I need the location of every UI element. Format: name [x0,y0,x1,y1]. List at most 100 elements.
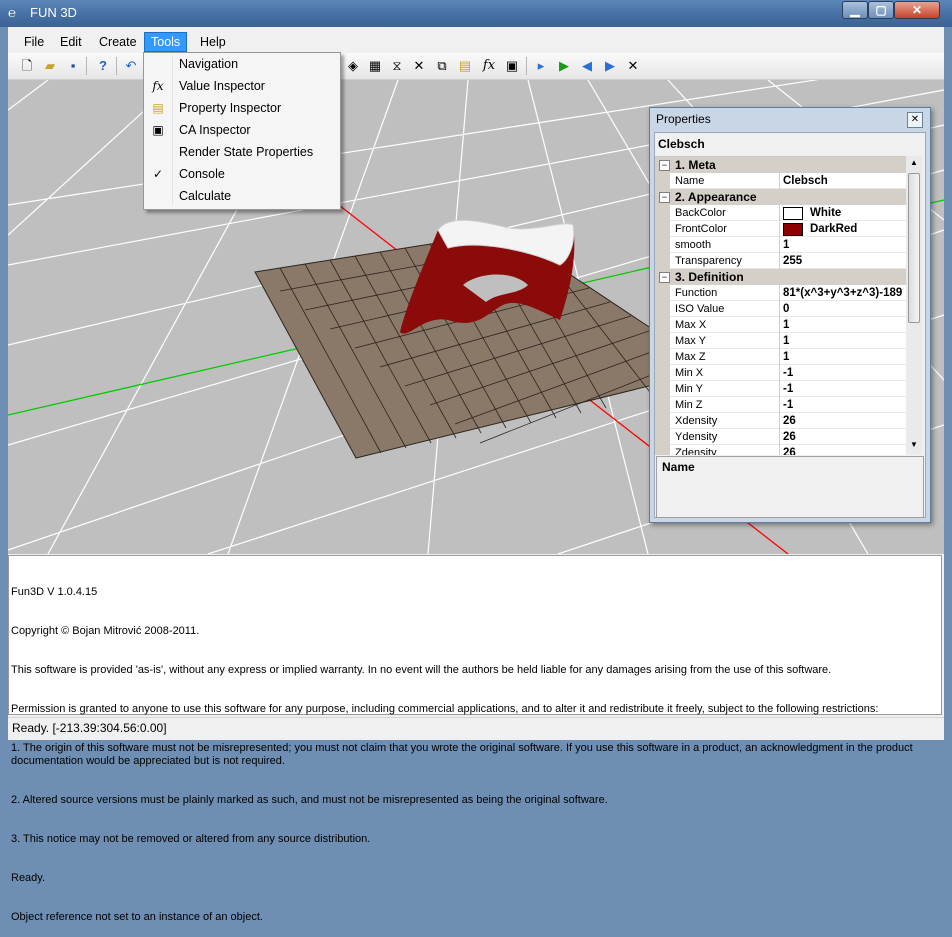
property-value[interactable]: 255 [783,253,802,269]
play-icon[interactable]: ▶ [555,57,573,75]
status-text: Ready. [-213.39:304.56:0.00] [12,721,167,735]
property-key: Xdensity [675,415,718,427]
property-value[interactable]: 1 [783,237,789,253]
property-value[interactable]: Clebsch [783,173,828,189]
property-value[interactable]: 26 [783,413,796,429]
property-value[interactable]: -1 [783,365,793,381]
save-icon[interactable]: ▪ [64,57,82,75]
menu-edit[interactable]: Edit [54,33,88,51]
menu-help[interactable]: Help [194,33,232,51]
property-icon[interactable]: ▤ [456,57,474,75]
property-value[interactable]: -1 [783,381,793,397]
step-forward-icon[interactable]: ▶ [601,57,619,75]
property-value[interactable]: 1 [783,333,789,349]
property-value[interactable]: 0 [783,301,789,317]
category-appearance[interactable]: − 2. Appearance [655,189,906,205]
scrollbar-thumb[interactable] [908,173,920,323]
menu-file[interactable]: File [18,33,50,51]
row-gutter [655,365,670,381]
new-file-icon[interactable]: 🗋 [18,57,36,75]
menu-item-console[interactable]: ✓ Console [144,163,340,185]
stop-icon[interactable]: ✕ [624,57,642,75]
category-label: 1. Meta [675,158,716,172]
collapse-icon[interactable]: − [659,192,670,203]
property-value[interactable]: 26 [783,445,796,455]
property-row-max-z[interactable]: Max Z 1 [655,349,906,365]
property-value[interactable]: 26 [783,429,796,445]
console-output[interactable]: Fun3D V 1.0.4.15 Copyright © Bojan Mitro… [8,555,942,923]
property-row-xdensity[interactable]: Xdensity 26 [655,413,906,429]
open-folder-icon[interactable]: ▰ [41,57,59,75]
copy-icon[interactable]: ⧉ [433,57,451,75]
menu-item-ca-inspector[interactable]: ▣ CA Inspector [144,119,340,141]
collapse-icon[interactable]: − [659,272,670,283]
property-value[interactable]: DarkRed [810,221,857,237]
menu-item-property-inspector[interactable]: ▤ Property Inspector [144,97,340,119]
scroll-up-icon[interactable]: ▲ [910,158,918,167]
close-button[interactable]: ✕ [894,1,940,19]
menu-item-navigation[interactable]: Navigation [144,53,340,75]
property-row-min-x[interactable]: Min X -1 [655,365,906,381]
column-divider [779,429,780,445]
property-row-name[interactable]: Name Clebsch [655,173,906,189]
column-divider [779,333,780,349]
property-value[interactable]: White [810,205,841,221]
property-value[interactable]: 1 [783,349,789,365]
app-icon: ℮ [8,5,16,20]
toolbar-separator [116,57,117,75]
property-row-transparency[interactable]: Transparency 255 [655,253,906,269]
category-label: 2. Appearance [675,190,757,204]
console-line: Object reference not set to an instance … [11,911,263,923]
undo-icon[interactable]: ↶ [122,57,140,75]
run-all-icon[interactable]: ▸ [532,57,550,75]
menu-item-label: Console [179,167,225,181]
property-key: Zdensity [675,447,717,455]
step-back-icon[interactable]: ◀ [578,57,596,75]
menu-item-render-state-properties[interactable]: Render State Properties [144,141,340,163]
function-icon[interactable]: fx [480,57,498,75]
delete-icon[interactable]: ✕ [410,57,428,75]
property-value[interactable]: -1 [783,397,793,413]
column-divider [779,253,780,269]
property-key: Transparency [675,255,742,267]
console-line: Copyright © Bojan Mitrović 2008-2011. [11,625,200,637]
property-value[interactable]: 81*(x^3+y^3+z^3)-189 [783,285,902,301]
property-key: Ydensity [675,431,718,443]
menu-item-value-inspector[interactable]: fx Value Inspector [144,75,340,97]
property-row-max-x[interactable]: Max X 1 [655,317,906,333]
property-row-max-y[interactable]: Max Y 1 [655,333,906,349]
grid-icon[interactable]: ▦ [366,57,384,75]
column-divider [779,445,780,455]
cube-icon[interactable]: ◈ [344,57,362,75]
category-meta[interactable]: − 1. Meta [655,157,906,173]
menu-item-calculate[interactable]: Calculate [144,185,340,207]
row-gutter [655,173,670,189]
property-key: Min Z [675,399,703,411]
properties-title: Properties [656,112,711,126]
property-row-min-y[interactable]: Min Y -1 [655,381,906,397]
property-key: BackColor [675,207,726,219]
property-row-backcolor[interactable]: BackColor White [655,205,906,221]
property-key: Min Y [675,383,703,395]
minimize-button[interactable]: ▁ [842,1,868,19]
property-key: ISO Value [675,303,725,315]
hourglass-icon[interactable]: ⧖ [388,57,406,75]
category-definition[interactable]: − 3. Definition [655,269,906,285]
ca-icon[interactable]: ▣ [503,57,521,75]
menu-tools[interactable]: Tools [143,32,188,52]
property-grid[interactable]: − 1. Meta Name Clebsch − 2. Appearance B… [655,156,906,455]
menu-create[interactable]: Create [93,33,143,51]
property-row-zdensity[interactable]: Zdensity 26 [655,445,906,455]
property-row-min-z[interactable]: Min Z -1 [655,397,906,413]
help-icon[interactable]: ? [94,57,112,75]
scroll-down-icon[interactable]: ▼ [910,440,918,449]
property-row-ydensity[interactable]: Ydensity 26 [655,429,906,445]
property-row-function[interactable]: Function 81*(x^3+y^3+z^3)-189 [655,285,906,301]
property-value[interactable]: 1 [783,317,789,333]
property-row-smooth[interactable]: smooth 1 [655,237,906,253]
collapse-icon[interactable]: − [659,160,670,171]
close-icon[interactable]: ✕ [907,112,923,128]
property-row-frontcolor[interactable]: FrontColor DarkRed [655,221,906,237]
property-row-iso-value[interactable]: ISO Value 0 [655,301,906,317]
maximize-button[interactable]: ▢ [868,1,894,19]
